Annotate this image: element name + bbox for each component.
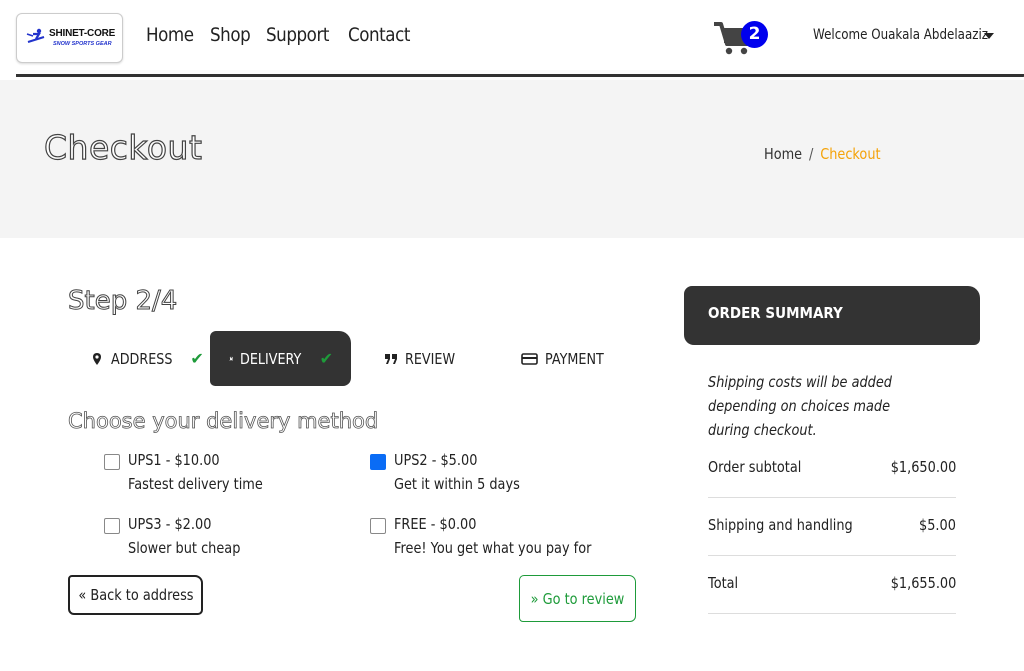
check-icon: ✔ [319,349,333,368]
checkout-steps: ADDRESS ✔ DELIVERY ✔ REVIEW PAYMENT [68,331,638,387]
logo-subtitle: SNOW SPORTS GEAR [53,41,112,47]
nav-home[interactable]: Home [146,24,194,46]
summary-row-subtotal: Order subtotal $1,650.00 [708,440,956,498]
order-summary-note: Shipping costs will be added depending o… [708,373,892,439]
tab-label: DELIVERY [240,349,302,368]
skier-icon [26,28,45,43]
checkbox[interactable] [104,518,120,534]
nav-support[interactable]: Support [266,24,329,46]
plane-icon [229,356,234,361]
check-icon: ✔ [190,349,204,368]
option-description: Free! You get what you pay for [394,539,592,557]
option-description: Get it within 5 days [394,475,520,493]
summary-row-total: Total $1,655.00 [708,556,956,614]
nav-shop[interactable]: Shop [210,24,251,46]
nav-contact[interactable]: Contact [348,24,410,46]
tab-address[interactable]: ADDRESS ✔ [90,331,204,386]
summary-label: Total [708,574,739,592]
navbar: SHINET-CORE SNOW SPORTS GEAR Home Shop S… [0,0,1024,76]
summary-label: Shipping and handling [708,516,853,534]
summary-label: Order subtotal [708,458,802,476]
delivery-option-ups1[interactable]: UPS1 - $10.00 Fastest delivery time [104,451,364,501]
credit-card-icon [521,352,538,365]
summary-value: $1,650.00 [890,458,956,476]
delivery-method-heading: Choose your delivery method [68,409,379,434]
breadcrumb: Home / Checkout [764,145,881,163]
summary-row-shipping: Shipping and handling $5.00 [708,498,956,556]
option-title: UPS2 - $5.00 [394,451,478,469]
option-description: Fastest delivery time [128,475,263,493]
user-menu-toggle[interactable]: Welcome Ouakala Abdelaaziz [813,27,988,43]
page-header: Checkout Home / Checkout [0,80,1024,238]
summary-value: $5.00 [919,516,956,534]
tab-label: REVIEW [405,349,456,368]
review-button-label: » Go to review [530,589,625,608]
page-title: Checkout [43,127,203,167]
chevron-down-icon[interactable] [984,33,994,39]
tab-payment[interactable]: PAYMENT [521,331,614,386]
delivery-option-ups2[interactable]: UPS2 - $5.00 Get it within 5 days [370,451,630,501]
step-title: Step 2/4 [67,286,178,317]
checkbox[interactable] [370,518,386,534]
tab-label: ADDRESS [111,349,173,368]
cart-count-badge[interactable]: 2 [741,21,768,48]
navbar-divider [16,74,1024,77]
map-marker-icon [93,352,101,365]
breadcrumb-home[interactable]: Home [764,145,802,163]
option-description: Slower but cheap [128,539,241,557]
go-to-review-button[interactable]: » Go to review [519,575,636,622]
option-title: FREE - $0.00 [394,515,477,533]
tab-delivery[interactable]: DELIVERY ✔ [210,331,351,386]
tab-label: PAYMENT [545,349,604,368]
delivery-option-ups3[interactable]: UPS3 - $2.00 Slower but cheap [104,515,364,565]
order-summary-title: ORDER SUMMARY [708,304,843,322]
brand-logo[interactable]: SHINET-CORE SNOW SPORTS GEAR [16,13,123,63]
breadcrumb-current: Checkout [820,145,881,163]
checkbox-checked[interactable] [370,454,386,470]
quote-icon [385,353,397,364]
tab-review[interactable]: REVIEW [384,331,464,386]
option-title: UPS3 - $2.00 [128,515,212,533]
delivery-option-free[interactable]: FREE - $0.00 Free! You get what you pay … [370,515,630,565]
back-to-address-button[interactable]: « Back to address [68,575,203,615]
checkbox[interactable] [104,454,120,470]
main-nav: Home Shop Support Contact [146,24,412,46]
breadcrumb-separator: / [808,145,814,163]
logo-title: SHINET-CORE [49,28,116,39]
summary-value: $1,655.00 [890,574,956,592]
option-title: UPS1 - $10.00 [128,451,220,469]
back-button-label: « Back to address [77,586,194,604]
order-summary-header: ORDER SUMMARY [684,286,980,345]
